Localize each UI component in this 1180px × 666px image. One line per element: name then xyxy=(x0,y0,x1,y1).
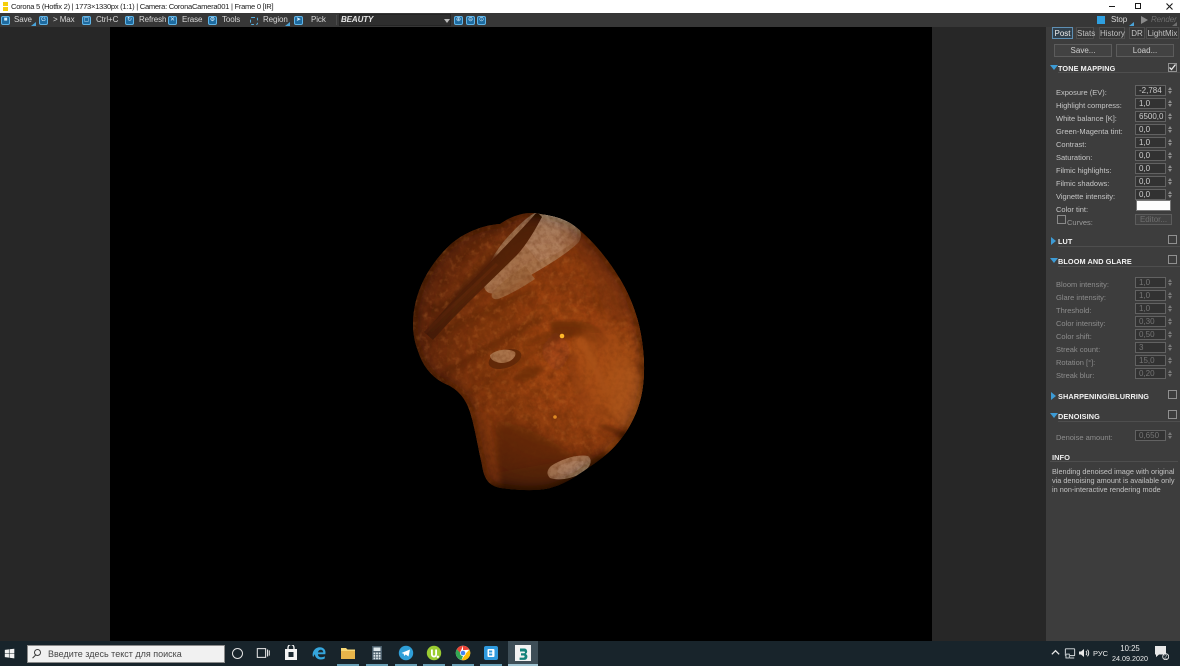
svg-text:2: 2 xyxy=(1164,655,1167,660)
